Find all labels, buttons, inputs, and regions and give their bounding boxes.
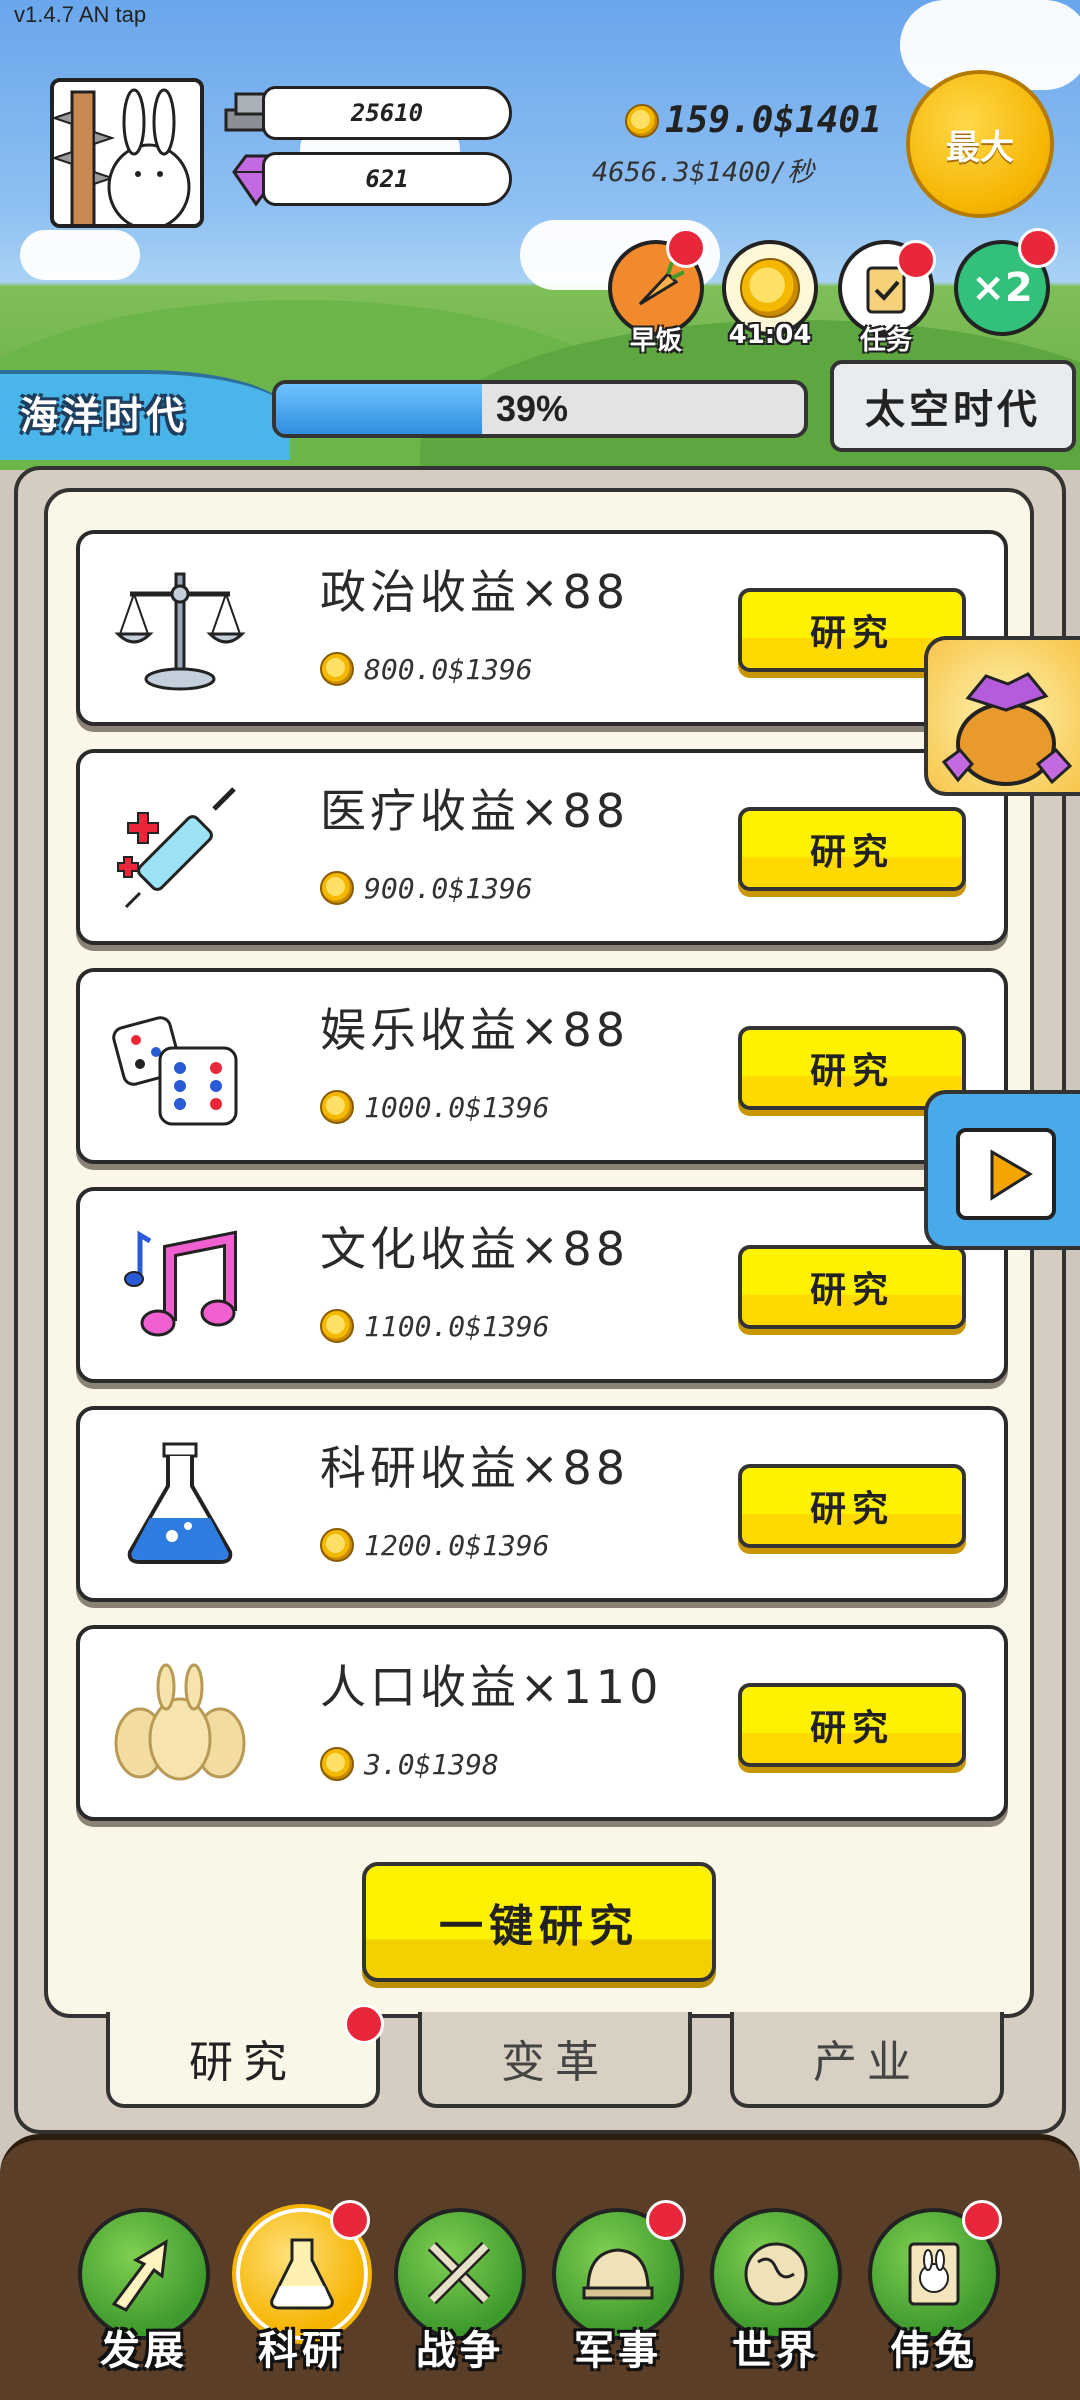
- coin-icon: [320, 1747, 354, 1781]
- research-cost-value: 1000.0$1396: [364, 1090, 550, 1124]
- research-cost-value: 3.0$1398: [364, 1747, 499, 1781]
- era-progress-fill: [276, 384, 482, 434]
- flask-icon: [127, 1442, 233, 1564]
- current-era-label: 海洋时代: [20, 394, 189, 438]
- nav-military-badge: [646, 2200, 686, 2240]
- research-title: 医疗收益×88: [320, 784, 630, 838]
- tab-industry[interactable]: 产业: [730, 2012, 1004, 2108]
- nav-label: 世界: [732, 2328, 820, 2374]
- syringe-icon: [117, 787, 236, 909]
- rabbits-icon: [114, 1663, 246, 1781]
- nav-war[interactable]: 战争: [390, 2200, 530, 2390]
- research-cost: 3.0$1398: [320, 1747, 499, 1781]
- research-panel: 政治收益×88 800.0$1396 研究 医疗收益×88 900.0$1396…: [44, 488, 1034, 2018]
- research-title: 政治收益×88: [320, 565, 630, 619]
- nav-great-rabbit-badge: [962, 2200, 1002, 2240]
- gem-bag-button[interactable]: [924, 636, 1080, 796]
- dice-icon: [112, 1016, 238, 1126]
- research-title: 文化收益×88: [320, 1222, 630, 1276]
- research-cost: 1100.0$1396: [320, 1309, 549, 1343]
- nav-label: 伟兔: [890, 2328, 978, 2374]
- tasks-badge: [896, 240, 936, 280]
- coin-icon: [625, 103, 659, 138]
- coin-icon: [320, 871, 354, 905]
- player-avatar[interactable]: [50, 78, 204, 228]
- research-button[interactable]: 研究: [738, 1464, 966, 1548]
- nav-label: 科研: [258, 2328, 346, 2374]
- nav-label: 发展: [100, 2328, 188, 2374]
- research-card: 政治收益×88 800.0$1396 研究: [76, 530, 1008, 726]
- carrot-icon: [638, 261, 684, 306]
- tab-research[interactable]: 研究: [106, 2012, 380, 2108]
- music-note-icon: [124, 1230, 237, 1337]
- coin-icon: [740, 258, 800, 318]
- breakfast-label: 早饭: [629, 326, 682, 356]
- coin-icon: [320, 1309, 354, 1343]
- research-cost: 900.0$1396: [320, 871, 533, 905]
- coin-icon: [320, 652, 354, 686]
- research-cost-value: 1100.0$1396: [364, 1309, 550, 1343]
- nav-label: 军事: [574, 2328, 662, 2374]
- research-card: 医疗收益×88 900.0$1396 研究: [76, 749, 1008, 945]
- silver-counter: 25610: [262, 86, 512, 140]
- research-cost-value: 800.0$1396: [364, 652, 533, 686]
- research-button[interactable]: 研究: [738, 1245, 966, 1329]
- nav-develop[interactable]: 发展: [74, 2200, 214, 2390]
- gold-rate: 4656.3$1400/秒: [592, 157, 815, 188]
- tab-research-badge: [344, 2004, 384, 2044]
- research-card: 娱乐收益×88 1000.0$1396 研究: [76, 968, 1008, 1164]
- nav-label: 战争: [416, 2328, 504, 2374]
- gem-counter: 621: [262, 152, 512, 206]
- play-icon: [956, 1128, 1056, 1220]
- tasks-label: 任务: [859, 326, 912, 356]
- research-cost-value: 1200.0$1396: [364, 1528, 550, 1562]
- tab-reform[interactable]: 变革: [418, 2012, 692, 2108]
- breakfast-badge: [666, 228, 706, 268]
- gold-amount-value: 159.0$1401: [665, 100, 882, 141]
- one-key-research-button[interactable]: 一键研究: [362, 1862, 716, 1982]
- research-cost: 800.0$1396: [320, 652, 533, 686]
- research-cost: 1000.0$1396: [320, 1090, 549, 1124]
- double-badge: [1018, 228, 1058, 268]
- research-button[interactable]: 研究: [738, 807, 966, 891]
- double-icon: ×2: [971, 265, 1033, 311]
- gem-bag-icon: [941, 672, 1073, 786]
- research-title: 人口收益×110: [320, 1660, 663, 1714]
- era-progress-text: 39%: [496, 388, 569, 429]
- research-button[interactable]: 研究: [738, 1683, 966, 1767]
- coin-icon: [320, 1090, 354, 1124]
- coin-icon: [320, 1528, 354, 1562]
- research-card: 科研收益×88 1200.0$1396 研究: [76, 1406, 1008, 1602]
- video-ad-button[interactable]: [924, 1090, 1080, 1250]
- nav-research-badge: [330, 2200, 370, 2240]
- next-era-button[interactable]: 太空时代: [830, 360, 1076, 452]
- max-button[interactable]: 最大: [906, 70, 1054, 218]
- research-title: 科研收益×88: [320, 1441, 630, 1495]
- era-progress-bar: 39%: [272, 380, 808, 438]
- research-cost-value: 900.0$1396: [364, 871, 533, 905]
- scales-icon: [114, 572, 246, 691]
- research-card: 文化收益×88 1100.0$1396 研究: [76, 1187, 1008, 1383]
- timer-label: 41:04: [728, 320, 812, 350]
- version-label: v1.4.7 AN tap: [14, 2, 147, 27]
- research-title: 娱乐收益×88: [320, 1003, 630, 1057]
- research-card: 人口收益×110 3.0$1398 研究: [76, 1625, 1008, 1821]
- gold-amount: 159.0$1401: [625, 100, 882, 141]
- nav-world[interactable]: 世界: [706, 2200, 846, 2390]
- research-cost: 1200.0$1396: [320, 1528, 549, 1562]
